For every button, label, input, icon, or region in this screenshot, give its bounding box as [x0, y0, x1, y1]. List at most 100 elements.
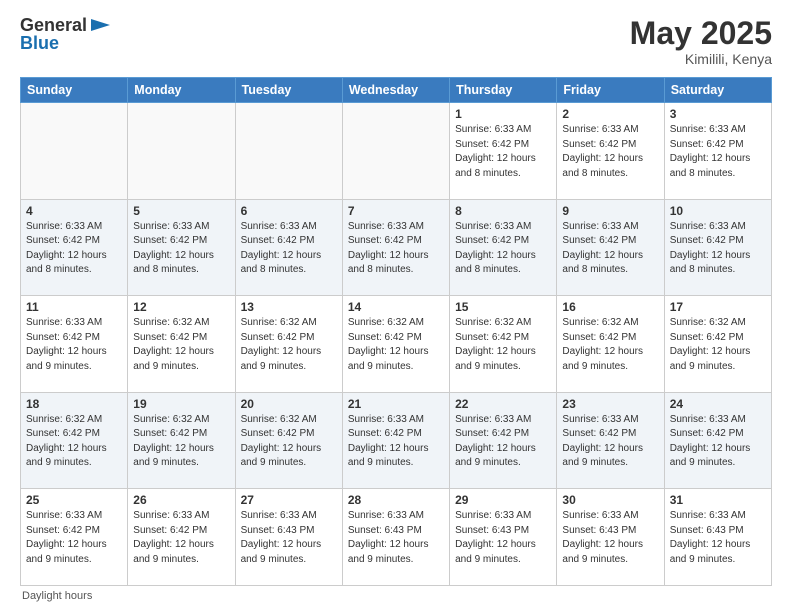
day-number: 28 — [348, 493, 444, 507]
calendar-cell: 16 Sunrise: 6:32 AM Sunset: 6:42 PM Dayli… — [557, 296, 664, 393]
title-area: May 2025 Kimilili, Kenya — [630, 16, 772, 67]
day-info: Sunrise: 6:33 AM Sunset: 6:42 PM Dayligh… — [670, 123, 766, 181]
day-info: Sunrise: 6:33 AM Sunset: 6:42 PM Dayligh… — [133, 509, 229, 567]
page: General Blue May 2025 Kimilili, Kenya Su… — [0, 0, 792, 612]
day-info: Sunrise: 6:33 AM Sunset: 6:42 PM Dayligh… — [670, 220, 766, 278]
calendar-cell: 19Sunrise: 6:32 AM Sunset: 6:42 PM Dayli… — [128, 392, 235, 489]
logo: General Blue — [20, 16, 111, 54]
calendar-cell: 20Sunrise: 6:32 AM Sunset: 6:42 PM Dayli… — [235, 392, 342, 489]
calendar-cell: 28 Sunrise: 6:33 AM Sunset: 6:43 PM Dayli… — [342, 489, 449, 586]
day-info: Sunrise: 6:33 AM Sunset: 6:42 PM Dayligh… — [455, 220, 551, 278]
calendar-cell: 1 Sunrise: 6:33 AM Sunset: 6:42 PM Daylig… — [450, 103, 557, 200]
day-info: Sunrise: 6:32 AM Sunset: 6:42 PM Dayligh… — [133, 316, 229, 374]
day-number: 24 — [670, 397, 766, 411]
calendar-cell — [128, 103, 235, 200]
day-number: 27 — [241, 493, 337, 507]
calendar-cell: 18 Sunrise: 6:32 AM Sunset: 6:42 PM Dayli… — [21, 392, 128, 489]
calendar-cell: 5 Sunrise: 6:33 AM Sunset: 6:42 PM Daylig… — [128, 199, 235, 296]
day-info: Sunrise: 6:33 AM Sunset: 6:42 PM Dayligh… — [455, 123, 551, 181]
day-number: 30 — [562, 493, 658, 507]
calendar-header-row: SundayMondayTuesdayWednesdayThursdayFrid… — [21, 78, 772, 103]
calendar-cell: 29 Sunrise: 6:33 AM Sunset: 6:43 PM Dayli… — [450, 489, 557, 586]
week-row-5: 25Sunrise: 6:33 AM Sunset: 6:42 PM Dayli… — [21, 489, 772, 586]
calendar-cell: 2 Sunrise: 6:33 AM Sunset: 6:42 PM Daylig… — [557, 103, 664, 200]
calendar-cell — [342, 103, 449, 200]
day-number: 29 — [455, 493, 551, 507]
day-info: Sunrise: 6:33 AM Sunset: 6:42 PM Dayligh… — [26, 509, 122, 567]
day-number: 13 — [241, 300, 337, 314]
day-info: Sunrise: 6:32 AM Sunset: 6:42 PM Dayligh… — [26, 413, 122, 471]
calendar-cell: 8 Sunrise: 6:33 AM Sunset: 6:42 PM Daylig… — [450, 199, 557, 296]
calendar-cell: 3 Sunrise: 6:33 AM Sunset: 6:42 PM Daylig… — [664, 103, 771, 200]
week-row-3: 11 Sunrise: 6:33 AM Sunset: 6:42 PM Dayli… — [21, 296, 772, 393]
day-number: 22 — [455, 397, 551, 411]
day-number: 20 — [241, 397, 337, 411]
day-number: 8 — [455, 204, 551, 218]
day-number: 2 — [562, 107, 658, 121]
day-number: 15 — [455, 300, 551, 314]
calendar-cell: 26 Sunrise: 6:33 AM Sunset: 6:42 PM Dayli… — [128, 489, 235, 586]
day-number: 6 — [241, 204, 337, 218]
day-info: Sunrise: 6:33 AM Sunset: 6:42 PM Dayligh… — [348, 413, 444, 471]
day-number: 3 — [670, 107, 766, 121]
header-thursday: Thursday — [450, 78, 557, 103]
header-tuesday: Tuesday — [235, 78, 342, 103]
footer-note: Daylight hours — [20, 590, 772, 602]
day-info: Sunrise: 6:33 AM Sunset: 6:42 PM Dayligh… — [562, 123, 658, 181]
calendar-cell: 10 Sunrise: 6:33 AM Sunset: 6:42 PM Dayli… — [664, 199, 771, 296]
day-info: Sunrise: 6:32 AM Sunset: 6:42 PM Dayligh… — [348, 316, 444, 374]
calendar-cell: 12 Sunrise: 6:32 AM Sunset: 6:42 PM Dayli… — [128, 296, 235, 393]
day-number: 14 — [348, 300, 444, 314]
calendar-cell: 25Sunrise: 6:33 AM Sunset: 6:42 PM Dayli… — [21, 489, 128, 586]
day-info: Sunrise: 6:33 AM Sunset: 6:42 PM Dayligh… — [670, 413, 766, 471]
calendar-cell — [235, 103, 342, 200]
day-info: Sunrise: 6:32 AM Sunset: 6:42 PM Dayligh… — [455, 316, 551, 374]
header-saturday: Saturday — [664, 78, 771, 103]
daylight-label: Daylight hours — [22, 590, 92, 602]
header-friday: Friday — [557, 78, 664, 103]
day-number: 19 — [133, 397, 229, 411]
day-number: 10 — [670, 204, 766, 218]
header-monday: Monday — [128, 78, 235, 103]
day-number: 26 — [133, 493, 229, 507]
day-info: Sunrise: 6:33 AM Sunset: 6:43 PM Dayligh… — [455, 509, 551, 567]
calendar-cell: 7Sunrise: 6:33 AM Sunset: 6:42 PM Daylig… — [342, 199, 449, 296]
day-number: 1 — [455, 107, 551, 121]
calendar-cell: 13Sunrise: 6:32 AM Sunset: 6:42 PM Dayli… — [235, 296, 342, 393]
day-number: 9 — [562, 204, 658, 218]
month-title: May 2025 — [630, 16, 772, 51]
day-info: Sunrise: 6:33 AM Sunset: 6:42 PM Dayligh… — [133, 220, 229, 278]
week-row-2: 4 Sunrise: 6:33 AM Sunset: 6:42 PM Daylig… — [21, 199, 772, 296]
logo-blue-text: Blue — [20, 34, 111, 54]
day-info: Sunrise: 6:33 AM Sunset: 6:43 PM Dayligh… — [670, 509, 766, 567]
day-info: Sunrise: 6:33 AM Sunset: 6:42 PM Dayligh… — [562, 413, 658, 471]
day-info: Sunrise: 6:33 AM Sunset: 6:42 PM Dayligh… — [348, 220, 444, 278]
day-info: Sunrise: 6:33 AM Sunset: 6:42 PM Dayligh… — [26, 316, 122, 374]
day-info: Sunrise: 6:33 AM Sunset: 6:42 PM Dayligh… — [455, 413, 551, 471]
day-number: 4 — [26, 204, 122, 218]
calendar-cell: 14 Sunrise: 6:32 AM Sunset: 6:42 PM Dayli… — [342, 296, 449, 393]
day-number: 18 — [26, 397, 122, 411]
day-number: 12 — [133, 300, 229, 314]
day-number: 5 — [133, 204, 229, 218]
day-number: 17 — [670, 300, 766, 314]
day-number: 16 — [562, 300, 658, 314]
day-info: Sunrise: 6:32 AM Sunset: 6:42 PM Dayligh… — [670, 316, 766, 374]
calendar-cell: 23Sunrise: 6:33 AM Sunset: 6:42 PM Dayli… — [557, 392, 664, 489]
calendar-cell: 6 Sunrise: 6:33 AM Sunset: 6:42 PM Daylig… — [235, 199, 342, 296]
day-number: 31 — [670, 493, 766, 507]
day-info: Sunrise: 6:33 AM Sunset: 6:43 PM Dayligh… — [348, 509, 444, 567]
calendar-cell: 31 Sunrise: 6:33 AM Sunset: 6:43 PM Dayli… — [664, 489, 771, 586]
day-info: Sunrise: 6:33 AM Sunset: 6:42 PM Dayligh… — [241, 220, 337, 278]
day-info: Sunrise: 6:33 AM Sunset: 6:43 PM Dayligh… — [562, 509, 658, 567]
calendar-cell — [21, 103, 128, 200]
header: General Blue May 2025 Kimilili, Kenya — [20, 16, 772, 67]
day-number: 11 — [26, 300, 122, 314]
calendar-cell: 21Sunrise: 6:33 AM Sunset: 6:42 PM Dayli… — [342, 392, 449, 489]
calendar-table: SundayMondayTuesdayWednesdayThursdayFrid… — [20, 77, 772, 586]
day-info: Sunrise: 6:33 AM Sunset: 6:42 PM Dayligh… — [562, 220, 658, 278]
day-info: Sunrise: 6:32 AM Sunset: 6:42 PM Dayligh… — [562, 316, 658, 374]
calendar-cell: 15 Sunrise: 6:32 AM Sunset: 6:42 PM Dayli… — [450, 296, 557, 393]
calendar-cell: 11 Sunrise: 6:33 AM Sunset: 6:42 PM Dayli… — [21, 296, 128, 393]
day-info: Sunrise: 6:33 AM Sunset: 6:42 PM Dayligh… — [26, 220, 122, 278]
